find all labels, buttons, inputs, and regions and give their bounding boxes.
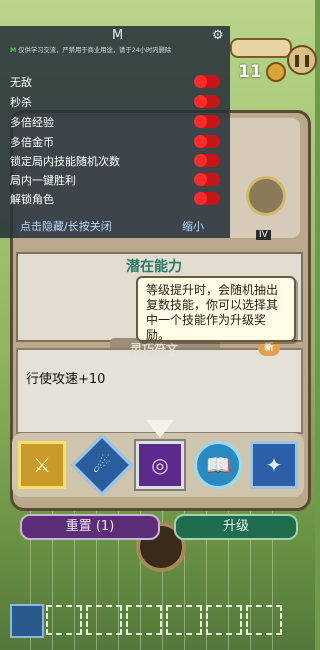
empty-skill-slot[interactable] (46, 605, 82, 635)
coin-count: 11 (238, 62, 262, 82)
top-resource-bar (230, 38, 292, 58)
disclaimer-notice: M 仅供学习交流，严禁用于商业用途，请于24小时内删除 (10, 47, 172, 54)
empty-skill-slot[interactable] (166, 605, 202, 635)
empty-skill-slot[interactable] (206, 605, 242, 635)
purple-vortex-skill-icon[interactable]: ◎ (136, 441, 184, 489)
level-roman: IV (256, 230, 271, 240)
new-badge: 新 (258, 340, 280, 356)
hide-close-button[interactable]: 点击隐藏/长按关闭 (20, 218, 112, 234)
minimize-button[interactable]: 缩小 (182, 218, 204, 234)
option-label: 秒杀 (10, 96, 32, 109)
golden-sword-skill-icon[interactable]: ⚔ (18, 441, 66, 489)
equipped-skill-icon[interactable] (10, 604, 44, 638)
option-toggle[interactable] (194, 154, 220, 167)
potential-title: 潜在能力 (126, 259, 182, 275)
emblem-icon (246, 176, 286, 216)
empty-skill-slot[interactable] (246, 605, 282, 635)
gear-icon[interactable]: ⚙ (212, 28, 224, 43)
ice-trident-skill-icon[interactable]: ✦ (250, 441, 298, 489)
option-label: 局内一键胜利 (10, 174, 76, 187)
help-tooltip: 等级提升时，会随机抽出复数技能，你可以选择其中一个技能作为升级奖励。 (136, 276, 296, 342)
option-label: 锁定局内技能随机次数 (10, 155, 120, 168)
option-label: 多倍金币 (10, 136, 54, 149)
option-toggle[interactable] (194, 75, 220, 88)
option-label: 多倍经验 (10, 116, 54, 129)
selected-indicator-arrow (146, 420, 174, 438)
option-toggle[interactable] (194, 115, 220, 128)
pause-icon: ❚❚ (291, 53, 313, 67)
coin-icon (266, 62, 286, 82)
mod-menu-title: M (112, 28, 124, 43)
option-label: 解锁角色 (10, 193, 54, 206)
option-toggle[interactable] (194, 192, 220, 205)
upgrade-button[interactable]: 升级 (174, 514, 298, 540)
option-toggle[interactable] (194, 173, 220, 186)
skill-description: 行使攻速+10 (26, 372, 106, 387)
option-toggle[interactable] (194, 95, 220, 108)
spellbook-skill-icon[interactable]: 📖 (194, 441, 242, 489)
pause-button[interactable]: ❚❚ (287, 45, 317, 75)
reset-button[interactable]: 重置 (1) (20, 514, 160, 540)
empty-skill-slot[interactable] (86, 605, 122, 635)
option-toggle[interactable] (194, 135, 220, 148)
empty-skill-slot[interactable] (126, 605, 162, 635)
option-label: 无敌 (10, 76, 32, 89)
